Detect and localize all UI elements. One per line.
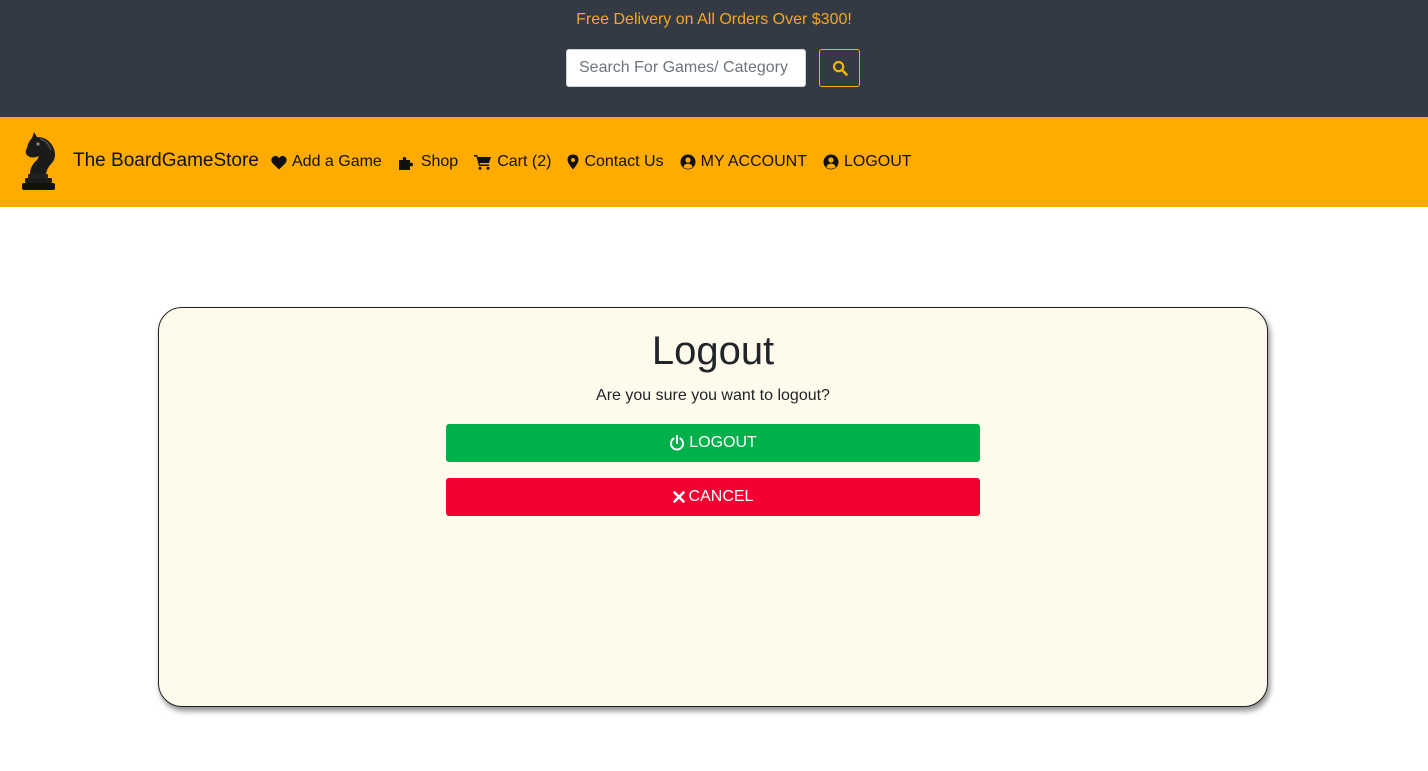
main-navbar: The BoardGameStore Add a Game Shop Cart … — [0, 117, 1428, 207]
nav-cart[interactable]: Cart (2) — [474, 153, 551, 171]
cancel-button[interactable]: CANCEL — [446, 478, 980, 516]
nav-logout[interactable]: LOGOUT — [823, 153, 912, 171]
logout-card: Logout Are you sure you want to logout? … — [158, 307, 1268, 707]
brand-name: The BoardGameStore — [73, 150, 259, 171]
times-icon — [672, 491, 685, 503]
user-circle-icon — [680, 154, 696, 170]
search-input[interactable] — [566, 49, 806, 87]
logout-button-label: LOGOUT — [689, 434, 757, 451]
search-icon — [832, 60, 848, 76]
nav-cart-label: Cart (2) — [497, 153, 552, 170]
heart-icon — [271, 155, 287, 169]
nav-contact-us-label: Contact Us — [584, 153, 664, 170]
nav-links: Add a Game Shop Cart (2) Contact Us MY A… — [271, 150, 928, 174]
page-title: Logout — [651, 329, 775, 373]
chess-knight-icon — [22, 132, 55, 190]
shopping-cart-icon — [474, 155, 492, 170]
nav-shop-label: Shop — [420, 153, 459, 170]
top-bar: Free Delivery on All Orders Over $300! — [0, 0, 1428, 117]
puzzle-piece-icon — [398, 157, 413, 170]
free-delivery-banner: Free Delivery on All Orders Over $300! — [576, 11, 852, 28]
brand-link[interactable]: The BoardGameStore — [18, 128, 259, 194]
nav-add-a-game-label: Add a Game — [292, 153, 382, 170]
logout-button[interactable]: LOGOUT — [446, 424, 980, 462]
cancel-button-label: CANCEL — [688, 488, 754, 505]
logout-confirmation-text: Are you sure you want to logout? — [596, 387, 830, 404]
power-icon — [670, 435, 685, 451]
search-button[interactable] — [819, 49, 860, 87]
nav-my-account-label: MY ACCOUNT — [700, 153, 807, 170]
nav-shop[interactable]: Shop — [398, 153, 458, 171]
map-marker-icon — [567, 154, 579, 170]
nav-add-a-game[interactable]: Add a Game — [271, 153, 382, 171]
user-circle-icon — [823, 154, 839, 170]
nav-my-account[interactable]: MY ACCOUNT — [680, 153, 807, 171]
nav-contact-us[interactable]: Contact Us — [567, 153, 664, 171]
nav-logout-label: LOGOUT — [843, 153, 912, 170]
